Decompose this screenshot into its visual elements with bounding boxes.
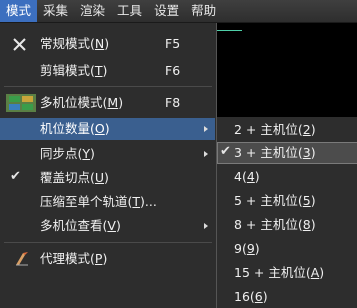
submenu-item-9[interactable]: 9(9)	[217, 238, 357, 260]
menu-item-overwrite-cut[interactable]: ✔ 覆盖切点(U)	[0, 167, 215, 189]
submenu-item-16[interactable]: 16(6)	[217, 286, 357, 308]
menu-item-label: 覆盖切点(U)	[40, 170, 109, 185]
menu-item-multicam-mode[interactable]: 多机位模式(M) F8	[0, 92, 215, 114]
submenu-item-label: 4(4)	[234, 169, 260, 184]
camera-count-submenu: 2 + 主机位(2) ✔ 3 + 主机位(3) 4(4) 5 + 主机位(5) …	[216, 117, 357, 308]
menu-item-sync-point[interactable]: 同步点(Y)	[0, 143, 215, 165]
menubar-mode[interactable]: 模式	[0, 0, 38, 22]
menu-item-label: 多机位查看(V)	[40, 218, 121, 233]
menu-item-compress-track[interactable]: 压缩至单个轨道(T)...	[0, 191, 215, 213]
menu-item-multicam-view[interactable]: 多机位查看(V)	[0, 215, 215, 237]
menu-item-normal-mode[interactable]: 常规模式(N) F5	[0, 33, 215, 55]
shortcut-label: F8	[165, 95, 181, 110]
submenu-item-label: 2 + 主机位(2)	[234, 122, 316, 137]
menubar-tools[interactable]: 工具	[111, 0, 148, 22]
menubar-capture[interactable]: 采集	[37, 0, 74, 22]
menubar-help[interactable]: 帮助	[185, 0, 222, 22]
mode-dropdown-menu: 常规模式(N) F5 剪辑模式(T) F6 多机位模式(M) F8 机位数量(O…	[0, 23, 217, 308]
menubar-render[interactable]: 渲染	[74, 0, 111, 22]
menubar-settings[interactable]: 设置	[148, 0, 185, 22]
menu-separator	[4, 242, 212, 243]
proxy-mode-icon	[16, 252, 28, 266]
preview-frame	[214, 30, 242, 75]
submenu-arrow-icon	[204, 151, 208, 157]
menu-item-label: 常规模式(N)	[40, 36, 110, 51]
submenu-item-8-plus-main[interactable]: 8 + 主机位(8)	[217, 214, 357, 236]
menu-item-proxy-mode[interactable]: 代理模式(P)	[0, 248, 215, 270]
submenu-item-2-plus-main[interactable]: 2 + 主机位(2)	[217, 119, 357, 141]
multicam-icon	[6, 94, 36, 112]
submenu-item-15-plus-main[interactable]: 15 + 主机位(A)	[217, 262, 357, 284]
menu-item-label: 代理模式(P)	[40, 251, 108, 266]
submenu-item-label: 5 + 主机位(5)	[234, 193, 316, 208]
submenu-item-label: 16(6)	[234, 289, 268, 304]
submenu-arrow-icon	[204, 223, 208, 229]
submenu-item-label: 8 + 主机位(8)	[234, 217, 316, 232]
menu-separator	[4, 86, 212, 87]
submenu-item-4[interactable]: 4(4)	[217, 166, 357, 188]
shortcut-label: F6	[165, 63, 181, 78]
submenu-item-label: 9(9)	[234, 241, 260, 256]
close-x-icon	[13, 38, 26, 51]
menu-item-label: 多机位模式(M)	[40, 95, 124, 110]
checkmark-icon: ✔	[10, 169, 21, 184]
shortcut-label: F5	[165, 36, 181, 51]
menu-item-label: 同步点(Y)	[40, 146, 95, 161]
submenu-arrow-icon	[204, 126, 208, 132]
menu-item-edit-mode[interactable]: 剪辑模式(T) F6	[0, 60, 215, 82]
submenu-item-label: 3 + 主机位(3)	[234, 145, 316, 160]
submenu-item-3-plus-main[interactable]: ✔ 3 + 主机位(3)	[217, 142, 357, 164]
checkmark-icon: ✔	[220, 144, 231, 159]
menu-item-label: 压缩至单个轨道(T)...	[40, 194, 157, 209]
menu-item-label: 机位数量(O)	[40, 121, 110, 136]
submenu-item-5-plus-main[interactable]: 5 + 主机位(5)	[217, 190, 357, 212]
menu-bar: 模式 采集 渲染 工具 设置 帮助	[0, 0, 357, 23]
submenu-item-label: 15 + 主机位(A)	[234, 265, 325, 280]
menu-item-camera-count[interactable]: 机位数量(O)	[0, 118, 215, 140]
menu-item-label: 剪辑模式(T)	[40, 63, 108, 78]
